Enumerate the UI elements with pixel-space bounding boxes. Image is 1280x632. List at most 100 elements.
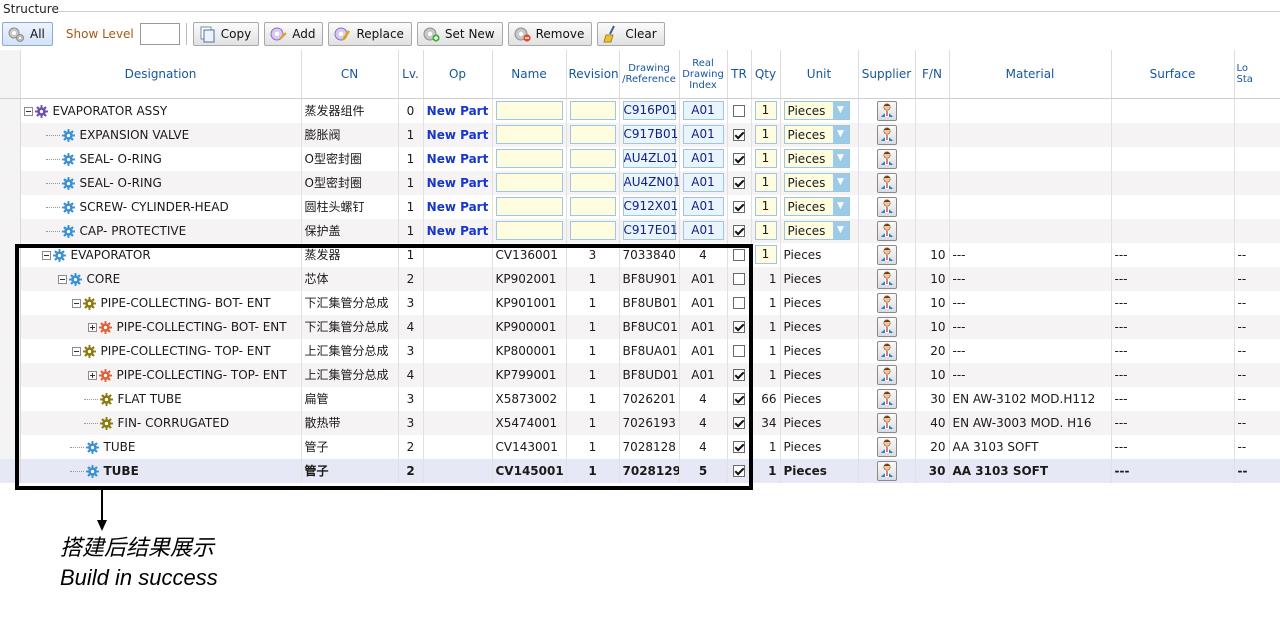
col-lv[interactable]: Lv. [398,50,424,99]
cell-name[interactable]: KP799001 [492,362,567,387]
cell-real-index[interactable]: 4 [679,410,728,435]
cell-name[interactable]: KP901001 [492,290,567,315]
cell-designation[interactable]: TUBE [20,434,302,459]
cell-material[interactable] [949,146,1112,171]
cell-material[interactable]: --- [949,266,1112,291]
row-header[interactable] [0,290,21,315]
cell-fn[interactable] [915,146,950,171]
table-row[interactable]: PIPE-COLLECTING- BOT- ENT 下汇集管分总成 4 KP90000… [0,314,1280,339]
supplier-person-icon[interactable] [876,148,897,169]
cell-lv[interactable]: 3 [398,386,424,411]
cell-name[interactable] [492,194,567,219]
col-real-index[interactable]: Real Drawing Index [679,50,728,99]
cell-material[interactable] [949,122,1112,147]
table-row[interactable]: EVAPORATOR 蒸发器 1 CV136001 3 7033840 4 1 Pieces 10… [0,242,1280,267]
real-index-field[interactable]: A01 [682,125,724,144]
expand-toggle-icon[interactable] [87,322,97,332]
cell-cn[interactable]: O型密封圈 [301,170,399,195]
cell-lv[interactable]: 3 [398,338,424,363]
unit-dropdown[interactable]: Pieces ▼ [783,101,850,121]
cell-fn[interactable]: 10 [915,266,950,291]
cell-op[interactable] [423,266,493,291]
supplier-person-icon[interactable] [876,292,897,313]
cell-real-index[interactable]: A01 [679,338,728,363]
cell-op[interactable] [423,434,493,459]
cell-real-index[interactable]: 4 [679,434,728,459]
col-qty[interactable]: Qty [751,50,781,99]
cell-tr[interactable] [727,266,752,291]
cell-revision[interactable] [566,194,620,219]
cell-lv[interactable]: 2 [398,434,424,459]
supplier-person-icon[interactable] [876,124,897,145]
cell-cn[interactable]: 蒸发器 [301,242,399,267]
remove-button[interactable]: Remove [507,22,593,46]
cell-designation[interactable]: PIPE-COLLECTING- BOT- ENT [20,314,302,339]
qty-input[interactable]: 1 [754,221,777,240]
cell-revision[interactable] [566,122,620,147]
cell-qty[interactable]: 1 [751,266,781,291]
cell-cn[interactable]: 散热带 [301,410,399,435]
cell-tr[interactable] [727,314,752,339]
row-header[interactable] [0,314,21,339]
cell-lo[interactable] [1234,122,1280,147]
cell-lo[interactable]: -- [1234,266,1280,291]
cell-material[interactable]: EN AW-3102 MOD.H112 [949,386,1112,411]
show-level-input[interactable] [139,23,180,45]
cell-cn[interactable]: O型密封圈 [301,146,399,171]
cell-lo[interactable]: -- [1234,434,1280,459]
cell-fn[interactable]: 30 [915,386,950,411]
all-button[interactable]: All [2,22,53,46]
tr-checkbox[interactable] [733,249,745,261]
cell-real-index[interactable]: 4 [679,386,728,411]
drawing-field[interactable]: C917B01 [622,125,678,144]
cell-qty[interactable]: 1 [751,314,781,339]
cell-supplier[interactable] [858,290,916,315]
cell-lv[interactable]: 1 [398,146,424,171]
cell-designation[interactable]: PIPE-COLLECTING- TOP- ENT [20,362,302,387]
cell-surface[interactable] [1111,218,1235,243]
table-row[interactable]: PIPE-COLLECTING- TOP- ENT 上汇集管分总成 4 KP79900… [0,362,1280,387]
cell-drawing[interactable]: C917E01 [619,218,680,243]
cell-op[interactable]: New Part [423,170,493,195]
cell-qty[interactable]: 34 [751,410,781,435]
cell-lv[interactable]: 4 [398,362,424,387]
cell-name[interactable]: KP900001 [492,314,567,339]
table-row[interactable]: PIPE-COLLECTING- TOP- ENT 上汇集管分总成 3 KP80000… [0,338,1280,363]
revision-input[interactable] [569,125,616,144]
cell-qty[interactable]: 66 [751,386,781,411]
tr-checkbox[interactable] [733,177,745,189]
qty-input[interactable]: 1 [754,101,777,121]
cell-fn[interactable]: 10 [915,362,950,387]
chevron-down-icon[interactable]: ▼ [832,102,849,120]
cell-tr[interactable] [727,386,752,411]
unit-dropdown[interactable]: Pieces ▼ [783,221,850,240]
cell-name[interactable]: X5474001 [492,410,567,435]
qty-input[interactable]: 1 [754,149,777,168]
table-row[interactable]: EVAPORATOR ASSY 蒸发器组件 0 New Part C916P01 A01 1… [0,98,1280,123]
qty-input[interactable]: 1 [754,197,777,216]
cell-real-index[interactable]: A01 [679,146,728,171]
cell-material[interactable]: AA 3103 SOFT [949,458,1112,483]
name-input[interactable] [495,173,563,192]
real-index-field[interactable]: A01 [682,221,724,240]
cell-drawing[interactable]: BF8UC01 [619,314,680,339]
drawing-field[interactable]: C912X01 [622,197,678,216]
cell-name[interactable]: CV143001 [492,434,567,459]
cell-lo[interactable]: -- [1234,290,1280,315]
cell-op[interactable] [423,314,493,339]
cell-drawing[interactable]: C916P01 [619,98,680,123]
cell-surface[interactable]: --- [1111,386,1235,411]
cell-surface[interactable]: --- [1111,434,1235,459]
row-header[interactable] [0,386,21,411]
cell-unit[interactable]: Pieces ▼ [780,146,859,171]
cell-drawing[interactable]: BF8U901 [619,266,680,291]
revision-input[interactable] [569,173,616,192]
cell-surface[interactable]: --- [1111,314,1235,339]
cell-surface[interactable]: --- [1111,338,1235,363]
cell-drawing[interactable]: 7028129 [619,458,680,483]
row-header[interactable] [0,194,21,219]
cell-lv[interactable]: 1 [398,194,424,219]
cell-real-index[interactable]: A01 [679,122,728,147]
cell-unit[interactable]: Pieces [780,242,859,267]
cell-cn[interactable]: 膨胀阀 [301,122,399,147]
